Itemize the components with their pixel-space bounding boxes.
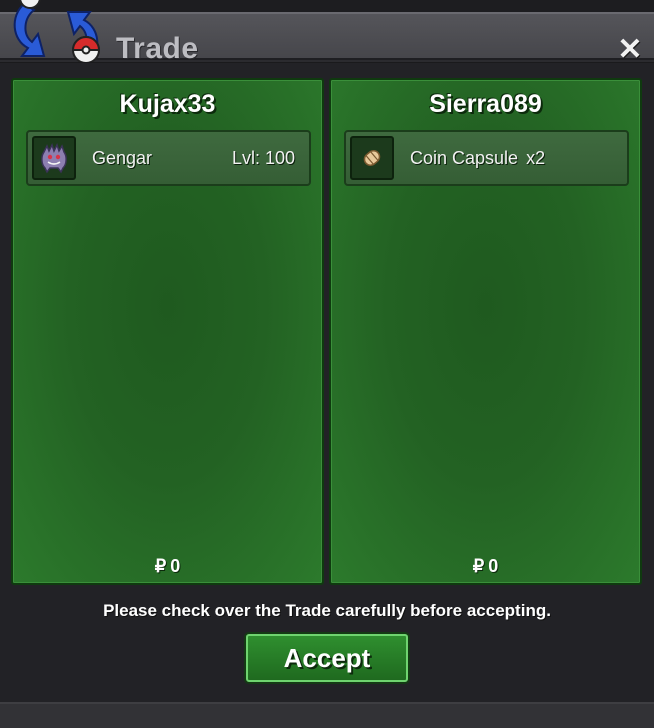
- right-player-name: Sierra089: [429, 90, 542, 118]
- trade-notice: Please check over the Trade carefully be…: [103, 601, 551, 620]
- left-money: ₽0: [13, 556, 322, 577]
- right-money-value: 0: [488, 556, 499, 576]
- trade-window: Trade ✕ Kujax33 Gengar Lvl: 100 ₽ 0 Sier…: [0, 0, 654, 728]
- left-item-level: Lvl: 100: [231, 148, 295, 168]
- left-item-icon-box: [32, 136, 76, 180]
- gengar-icon: [41, 143, 67, 174]
- right-item-name: Coin Capsule: [410, 148, 519, 168]
- right-money-symbol: ₽: [472, 556, 485, 576]
- right-item-quantity: x2: [526, 148, 546, 168]
- right-trade-panel: Sierra089 Coin Capsule x2 ₽0: [329, 78, 642, 585]
- coin-capsule-icon: [363, 149, 381, 167]
- right-item-icon-box: [350, 136, 394, 180]
- right-item-row[interactable]: Coin Capsule x2: [344, 130, 629, 186]
- left-item-row[interactable]: Gengar Lvl: 100: [26, 130, 311, 186]
- window-title: Trade: [116, 32, 199, 65]
- left-trade-panel: Kujax33 Gengar Lvl: 100 ₽0: [11, 78, 324, 585]
- left-item-name: Gengar: [92, 148, 153, 168]
- left-player-name: Kujax33: [119, 90, 216, 118]
- right-money: ₽0: [331, 556, 640, 577]
- right-item-name-wrap: Coin Capsule x2: [410, 148, 545, 169]
- left-money-symbol: ₽: [154, 556, 167, 576]
- left-money-value: 0: [170, 556, 181, 576]
- bottom-strip: [0, 702, 654, 728]
- accept-button[interactable]: Accept: [246, 634, 408, 682]
